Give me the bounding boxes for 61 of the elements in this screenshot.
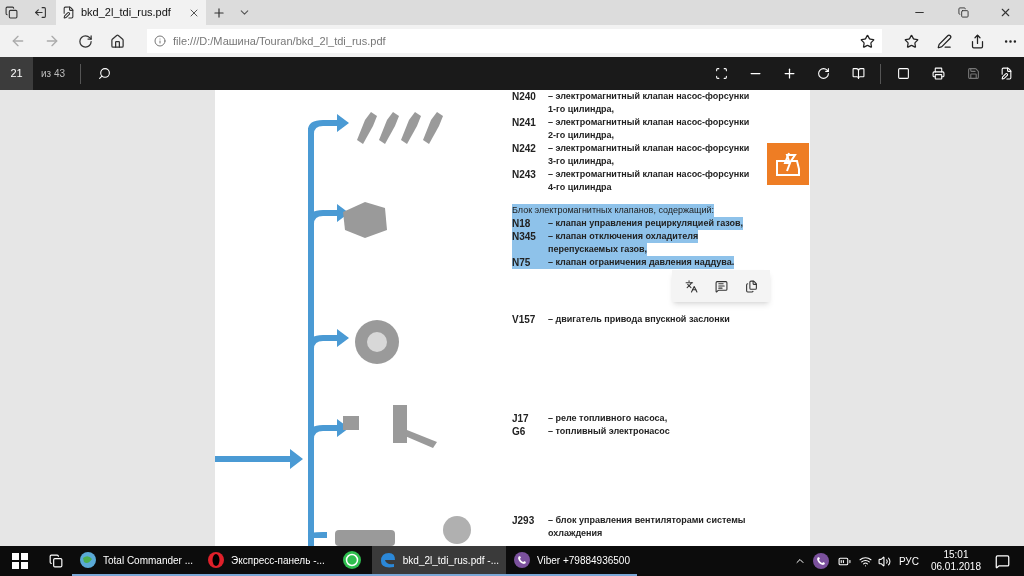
translate-icon[interactable]: [684, 279, 698, 293]
url-text: file:///D:/Машина/Touran/bkd_2l_tdi_rus.pdf: [173, 33, 386, 49]
tab-title: bkd_2l_tdi_rus.pdf: [81, 5, 171, 21]
item-line: 2-го цилиндра,: [547, 129, 615, 142]
phone-bubble-icon: [811, 552, 830, 570]
clock-time[interactable]: 15:01: [943, 549, 969, 561]
info-icon: [154, 35, 166, 47]
taskbar-item[interactable]: Viber +79884936500: [506, 546, 637, 576]
item-line: J17 – реле топливного насоса,: [512, 412, 668, 425]
address-field[interactable]: file:///D:/Машина/Touran/bkd_2l_tdi_rus.pdf: [147, 29, 882, 53]
favorites-icon[interactable]: [904, 33, 919, 49]
globe-icon: [79, 551, 97, 569]
item-line: охлаждения: [547, 527, 603, 540]
edge-icon: [378, 551, 397, 569]
zoom-in-icon[interactable]: [782, 66, 797, 81]
new-tab-icon[interactable]: [212, 5, 226, 20]
item-line: N240 – электромагнитный клапан насос-форсунки: [512, 90, 750, 103]
page-count: из 43: [41, 67, 66, 81]
item-line: 3-го цилиндра,: [547, 155, 615, 168]
page-layout-icon[interactable]: [852, 67, 865, 80]
search-icon[interactable]: [98, 67, 112, 80]
notifications-icon[interactable]: [995, 553, 1010, 569]
copy-icon[interactable]: [744, 279, 758, 293]
save-icon[interactable]: [967, 67, 980, 80]
fit-page-icon[interactable]: [715, 67, 728, 80]
pdf-file-icon: [62, 6, 75, 19]
phone-bubble-icon: [513, 551, 531, 569]
print-icon[interactable]: [932, 67, 945, 80]
favorite-star-icon[interactable]: [860, 33, 875, 49]
item-line: V157 – двигатель привода впускной заслонки: [512, 313, 730, 326]
language-indicator[interactable]: РУС: [898, 553, 919, 569]
item-line: N241 – электромагнитный клапан насос-форсунки: [512, 116, 750, 129]
comment-icon[interactable]: [714, 279, 728, 293]
taskbar-item[interactable]: Экспресс-панель -...: [200, 546, 332, 576]
clock-date[interactable]: 06.01.2018: [930, 561, 981, 573]
item-line: G6 – топливный электронасос: [512, 425, 670, 438]
home-icon[interactable]: [110, 33, 125, 49]
share-icon[interactable]: [970, 33, 985, 49]
item-line: 4-го цилиндра: [547, 181, 612, 194]
opera-icon: [207, 551, 226, 569]
wifi-icon[interactable]: [858, 554, 872, 568]
tabs-icon[interactable]: [5, 6, 18, 19]
restore-icon[interactable]: [958, 7, 969, 18]
set-aside-tabs-icon[interactable]: [34, 6, 47, 19]
item-line: J293 – блок управления вентиляторами системы: [512, 514, 746, 527]
close-icon[interactable]: [999, 6, 1012, 19]
windows-logo-icon[interactable]: [12, 553, 28, 569]
taskbar-item[interactable]: Total Commander ...: [72, 546, 201, 576]
pen-icon[interactable]: [937, 33, 952, 49]
save-as-icon[interactable]: [1000, 67, 1013, 80]
rotate-icon[interactable]: [817, 67, 830, 80]
refresh-icon[interactable]: [78, 33, 93, 49]
page-number-field[interactable]: 21: [0, 57, 33, 90]
item-line: N242 – электромагнитный клапан насос-форсунки: [512, 142, 750, 155]
browser-tab[interactable]: bkd_2l_tdi_rus.pdf: [56, 0, 206, 25]
section-heading: Блок электромагнитных клапанов, содержащий:: [512, 204, 715, 217]
taskbar-item[interactable]: bkd_2l_tdi_rus.pdf -...: [371, 546, 506, 576]
volume-icon[interactable]: [877, 554, 891, 568]
item-line: 1-го цилиндра,: [547, 103, 615, 116]
item-line: N243 – электромагнитный клапан насос-форсунки: [512, 168, 750, 181]
task-view-icon[interactable]: [49, 554, 63, 568]
